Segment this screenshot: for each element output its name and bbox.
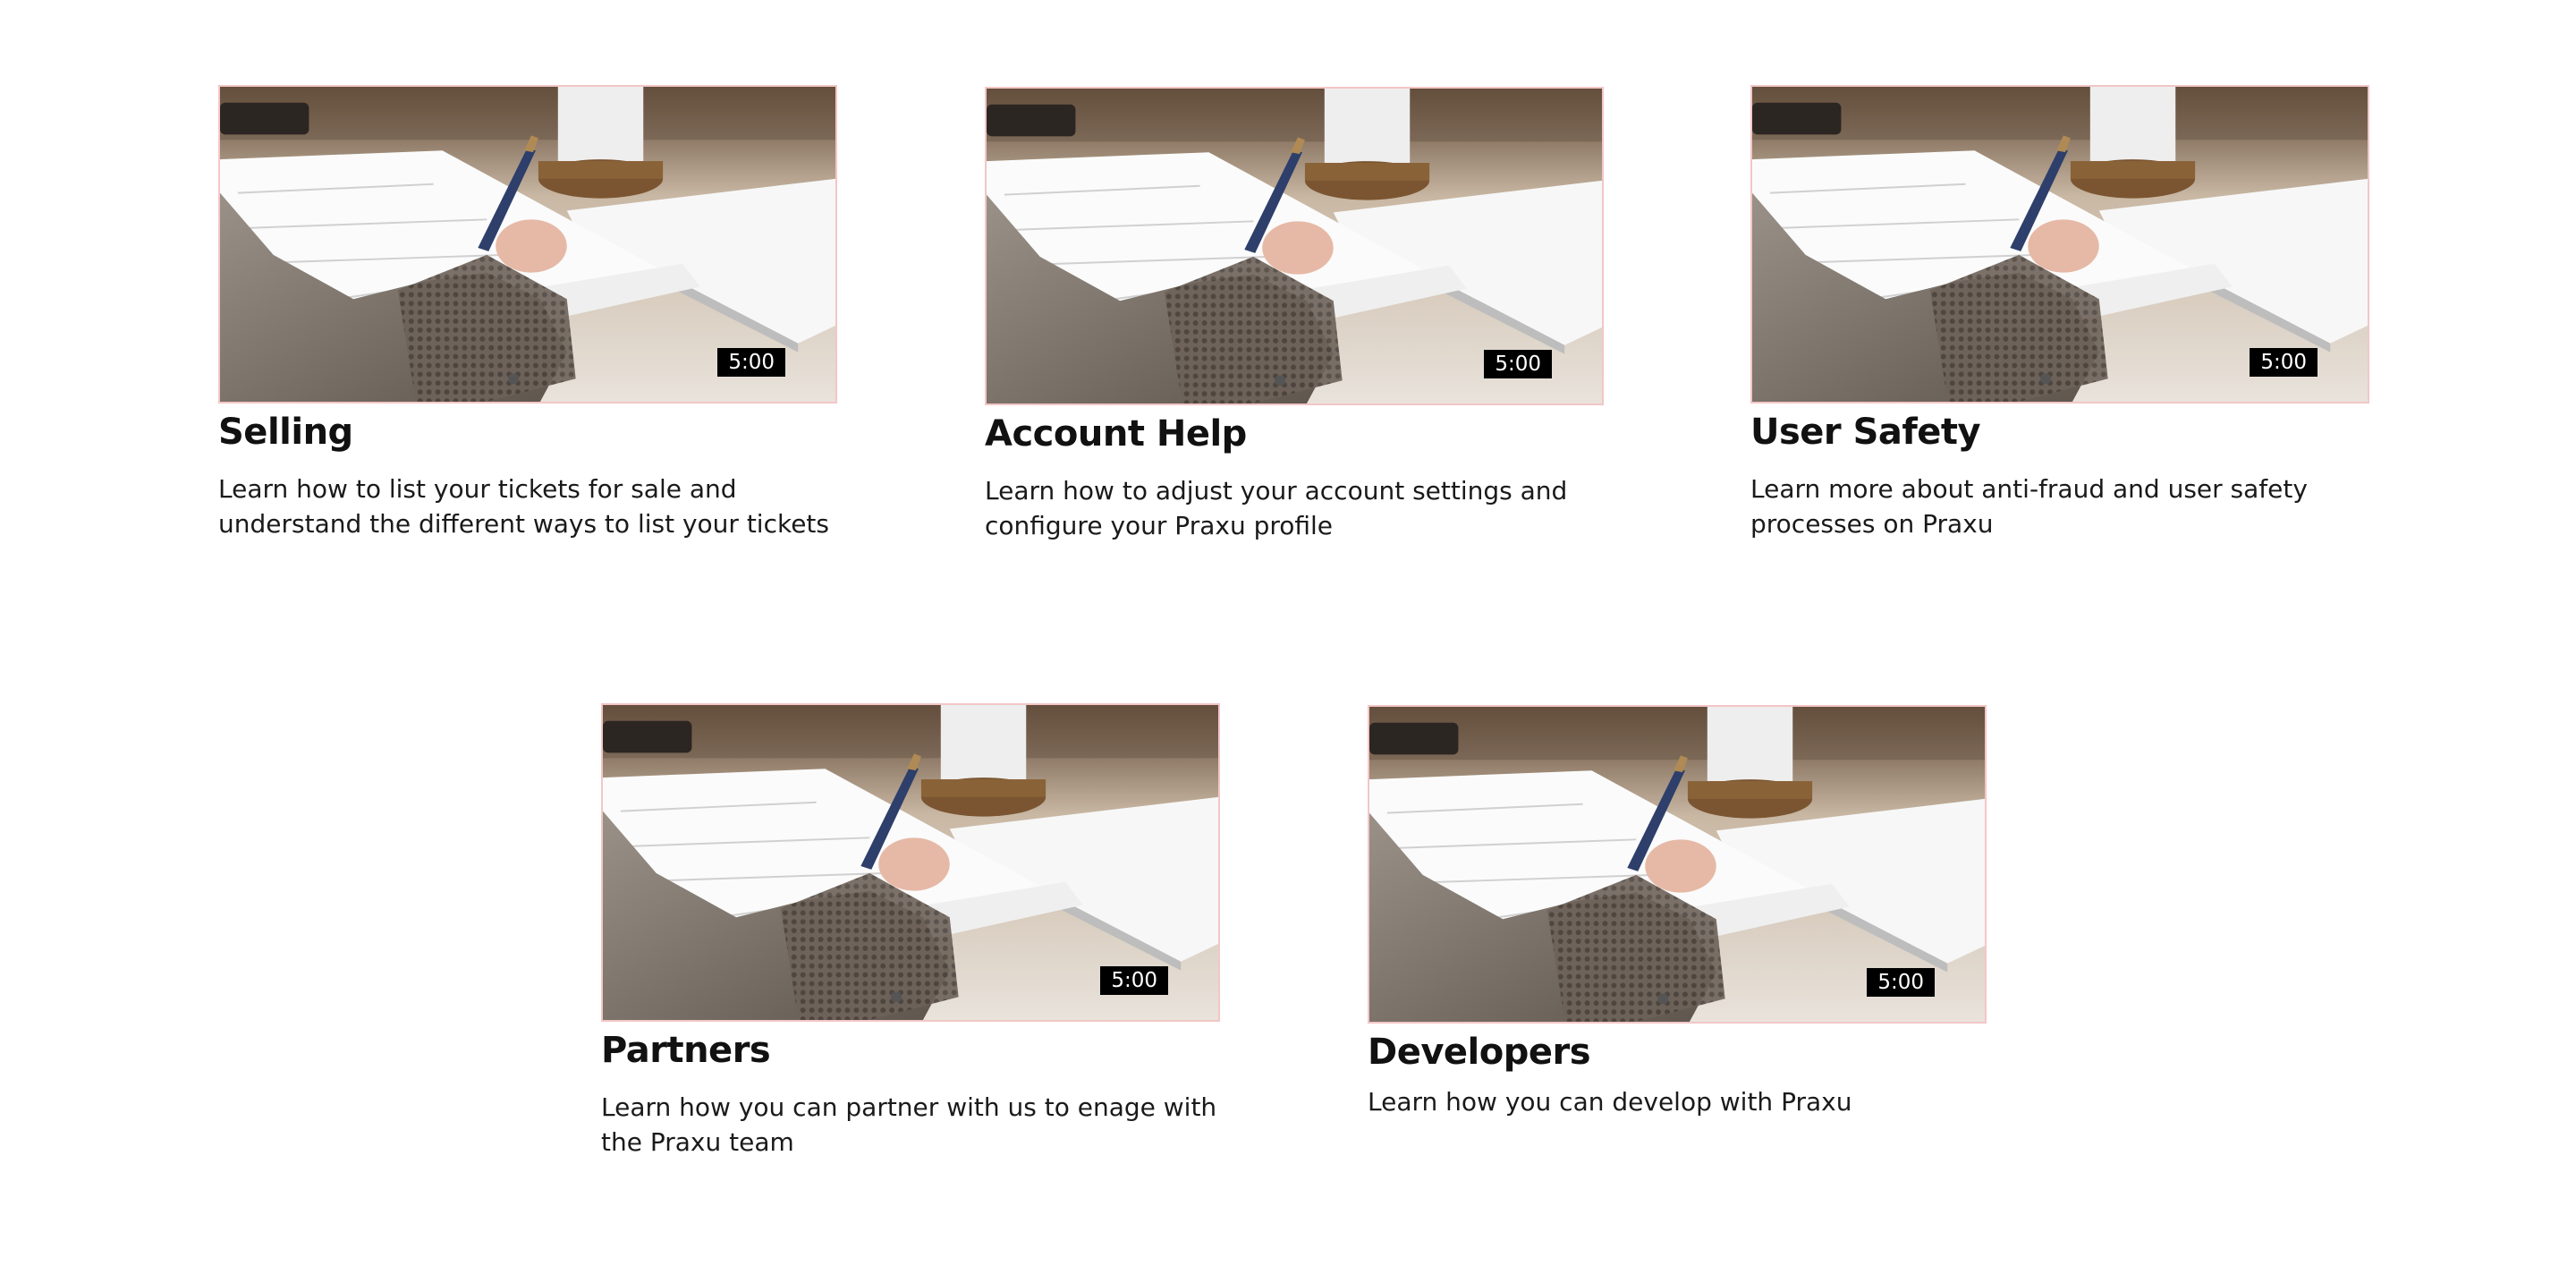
card-title[interactable]: Partners xyxy=(601,1025,1220,1075)
card-title[interactable]: Account Help xyxy=(985,409,1604,459)
card-description: Learn how to adjust your account setting… xyxy=(985,476,1568,540)
card-user-safety: 5:00 User Safety Learn more about anti-f… xyxy=(1750,85,2369,541)
video-thumbnail[interactable]: 5:00 xyxy=(1368,705,1987,1024)
duration-badge: 5:00 xyxy=(2250,348,2318,377)
duration-badge: 5:00 xyxy=(1867,968,1935,997)
card-title[interactable]: Developers xyxy=(1368,1027,1987,1077)
duration-badge: 5:00 xyxy=(1100,966,1168,995)
duration-badge: 5:00 xyxy=(1484,350,1552,378)
video-thumbnail[interactable]: 5:00 xyxy=(1750,85,2369,404)
card-title[interactable]: Selling xyxy=(218,407,837,457)
duration-badge: 5:00 xyxy=(717,348,785,377)
video-thumbnail[interactable]: 5:00 xyxy=(218,85,837,404)
card-partners: 5:00 Partners Learn how you can partner … xyxy=(601,703,1220,1160)
card-title[interactable]: User Safety xyxy=(1750,407,2369,457)
video-thumbnail[interactable]: 5:00 xyxy=(985,87,1604,405)
card-selling: 5:00 Selling Learn how to list your tick… xyxy=(218,85,837,541)
card-description: Learn how you can develop with Praxu xyxy=(1368,1087,1852,1117)
card-account-help: 5:00 Account Help Learn how to adjust yo… xyxy=(985,87,1604,543)
card-description: Learn more about anti-fraud and user saf… xyxy=(1750,474,2308,539)
card-description: Learn how you can partner with us to ena… xyxy=(601,1092,1217,1157)
video-thumbnail[interactable]: 5:00 xyxy=(601,703,1220,1022)
card-developers: 5:00 Developers Learn how you can develo… xyxy=(1368,705,1987,1119)
card-description: Learn how to list your tickets for sale … xyxy=(218,474,829,539)
